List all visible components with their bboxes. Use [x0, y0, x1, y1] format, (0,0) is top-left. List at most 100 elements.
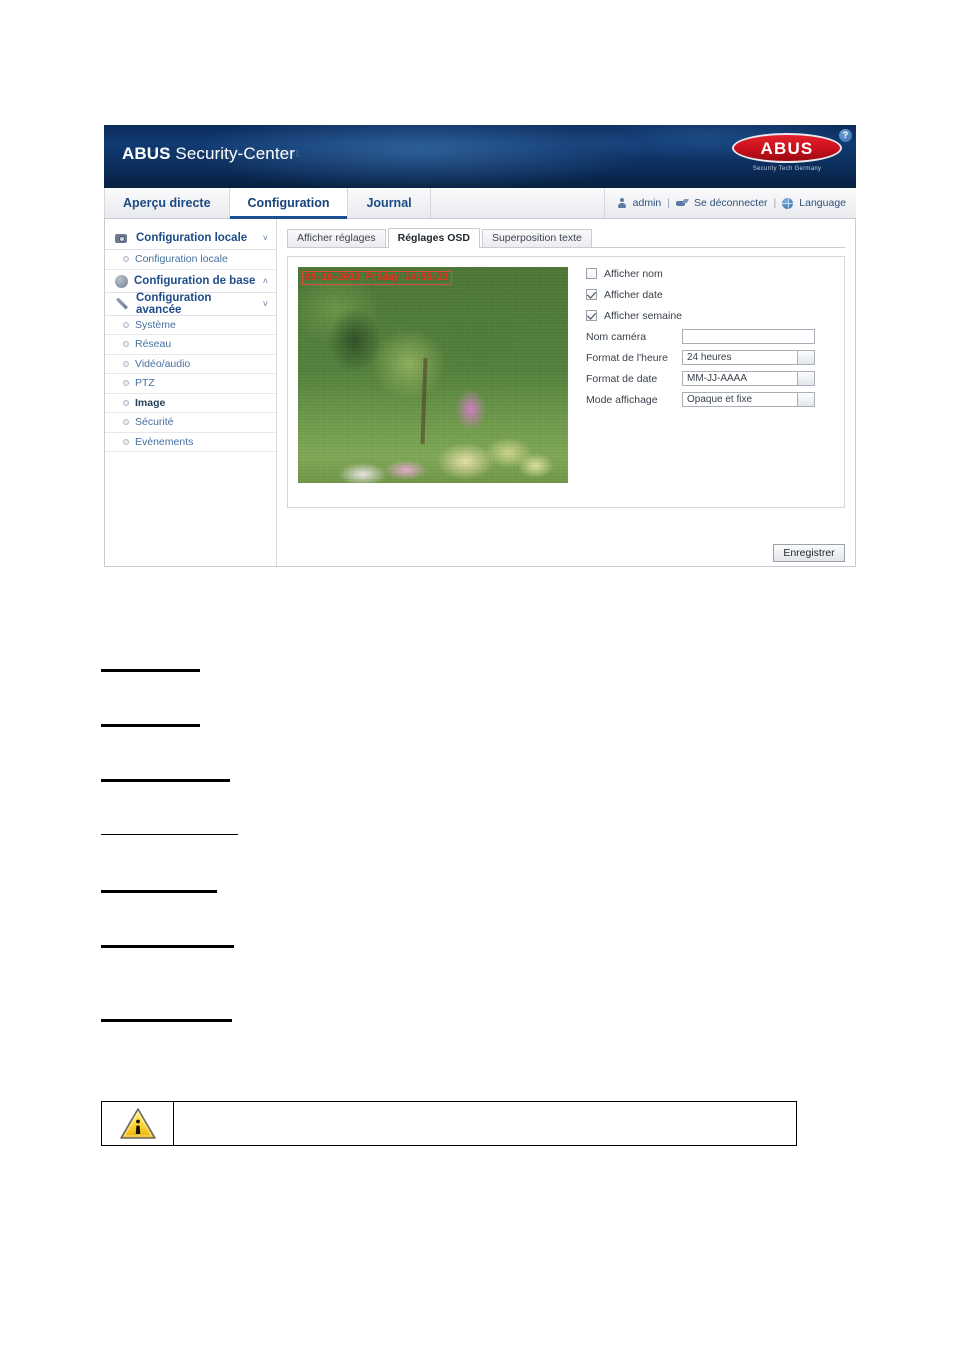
heading-rule — [101, 779, 230, 782]
sidebar-item-label: Sécurité — [135, 416, 174, 429]
field-row-format-heure: Format de l'heure 24 heures — [586, 347, 826, 368]
field-label: Nom caméra — [586, 330, 647, 343]
sidebar-group-configuration-avancee[interactable]: Configuration avancée ˅ — [105, 291, 276, 316]
checkbox-afficher-date[interactable] — [586, 289, 597, 300]
sidebar-item-evenements[interactable]: Evènements — [105, 433, 276, 452]
sidebar-item-video-audio[interactable]: Vidéo/audio — [105, 355, 276, 374]
banner-brand-light: Security-Center — [170, 144, 295, 163]
checkbox-label: Afficher nom — [604, 267, 663, 280]
sidebar-item-systeme[interactable]: Système — [105, 316, 276, 335]
content-area: Afficher réglages Réglages OSD Superposi… — [277, 219, 855, 566]
current-user-label: admin — [632, 197, 662, 209]
sidebar-item-ptz[interactable]: PTZ — [105, 374, 276, 394]
field-label: Format de l'heure — [586, 351, 668, 364]
save-button[interactable]: Enregistrer — [773, 544, 845, 562]
main-navigation: Aperçu directe Configuration Journal adm… — [104, 188, 856, 219]
note-box — [101, 1101, 797, 1146]
sidebar-item-securite[interactable]: Sécurité — [105, 413, 276, 433]
chevron-up-icon[interactable]: ˄ — [263, 276, 268, 286]
chevron-down-icon[interactable] — [797, 372, 814, 385]
sidebar-group-configuration-de-base[interactable]: Configuration de base ˄ — [105, 270, 276, 293]
tab-apercu-directe[interactable]: Aperçu directe — [104, 188, 230, 218]
language-link[interactable]: Language — [799, 197, 846, 209]
help-icon[interactable]: ? — [839, 129, 852, 142]
format-heure-select[interactable]: 24 heures — [682, 350, 815, 365]
note-text — [174, 1102, 796, 1145]
sidebar-group-label: Configuration locale — [136, 232, 248, 244]
tab-afficher-reglages[interactable]: Afficher réglages — [287, 229, 386, 247]
checkbox-row-afficher-semaine[interactable]: Afficher semaine — [586, 305, 826, 326]
logout-icon[interactable] — [675, 199, 688, 208]
nav-account-area: admin | Se déconnecter | Language — [604, 188, 856, 218]
sidebar-item-reseau[interactable]: Réseau — [105, 335, 276, 355]
sidebar-item-label: Image — [135, 396, 166, 409]
format-date-select[interactable]: MM-JJ-AAAA — [682, 371, 815, 386]
sidebar-group-label: Configuration avancée — [136, 291, 212, 316]
field-row-mode-affichage: Mode affichage Opaque et fixe — [586, 389, 826, 410]
checkbox-label: Afficher semaine — [604, 309, 683, 322]
select-value: 24 heures — [687, 352, 732, 363]
sidebar-item-label: Système — [135, 318, 176, 331]
tab-journal[interactable]: Journal — [348, 188, 431, 218]
field-label: Mode affichage — [586, 393, 658, 406]
application-screenshot: ABUS Security-Center ABUS Security-Cente… — [104, 125, 856, 567]
heading-rule — [101, 890, 217, 893]
sidebar-item-label: Evènements — [135, 435, 194, 448]
chevron-down-icon[interactable]: ˅ — [263, 233, 268, 243]
heading-rule — [101, 1019, 232, 1022]
sidebar-group-label: Configuration de base — [134, 274, 256, 287]
nom-camera-input[interactable] — [682, 329, 815, 344]
mode-affichage-select[interactable]: Opaque et fixe — [682, 392, 815, 407]
tab-superposition-texte[interactable]: Superposition texte — [481, 229, 592, 247]
heading-rule — [101, 834, 238, 835]
app-body: Configuration locale ˅ Configuration loc… — [104, 219, 856, 567]
nav-separator-1: | — [667, 197, 670, 209]
wrench-icon — [115, 297, 130, 311]
checkbox-afficher-nom[interactable] — [586, 268, 597, 279]
sidebar-item-label: Réseau — [135, 338, 172, 351]
checkbox-row-afficher-nom[interactable]: Afficher nom — [586, 263, 826, 284]
chevron-down-icon[interactable]: ˅ — [263, 299, 268, 309]
checkbox-afficher-semaine[interactable] — [586, 310, 597, 321]
sidebar-item-image[interactable]: Image — [105, 394, 276, 413]
abus-logo-oval: ABUS — [732, 133, 842, 163]
video-preview-noise — [298, 267, 568, 483]
app-header-banner: ABUS Security-Center ABUS Security-Cente… — [104, 125, 856, 188]
tab-configuration[interactable]: Configuration — [229, 188, 349, 219]
sidebar: Configuration locale ˅ Configuration loc… — [105, 219, 277, 566]
osd-settings-panel: 05-10-2013 Friday 14:53:23 Afficher nom … — [287, 256, 845, 508]
globe-icon[interactable] — [782, 197, 794, 209]
field-row-nom-camera: Nom caméra — [586, 326, 826, 347]
chevron-down-icon[interactable] — [797, 351, 814, 364]
tab-reglages-osd[interactable]: Réglages OSD — [387, 228, 480, 248]
checkbox-row-afficher-date[interactable]: Afficher date — [586, 284, 826, 305]
sidebar-item-configuration-locale[interactable]: Configuration locale — [105, 250, 276, 270]
osd-form: Afficher nom Afficher date Afficher sema… — [586, 263, 826, 410]
logout-link[interactable]: Se déconnecter — [694, 197, 768, 209]
select-value: MM-JJ-AAAA — [687, 373, 747, 384]
globe-icon — [115, 274, 128, 288]
camera-icon — [115, 231, 130, 245]
sidebar-item-label: Configuration locale — [135, 253, 228, 266]
abus-logo-tagline: Security Tech Germany — [752, 166, 822, 172]
sidebar-item-label: PTZ — [135, 377, 155, 390]
checkbox-label: Afficher date — [604, 288, 663, 301]
content-tabstrip: Afficher réglages Réglages OSD Superposi… — [287, 227, 845, 248]
user-icon — [617, 197, 627, 209]
field-label: Format de date — [586, 372, 658, 385]
warning-triangle-icon — [119, 1107, 157, 1141]
nav-separator-2: | — [773, 197, 777, 209]
heading-rule — [101, 669, 200, 672]
heading-rule — [101, 945, 234, 948]
sidebar-item-label: Vidéo/audio — [135, 357, 191, 370]
note-icon-cell — [102, 1102, 174, 1145]
abus-logo: ABUS Security Tech Germany — [732, 133, 842, 172]
select-value: Opaque et fixe — [687, 394, 753, 405]
heading-rule — [101, 724, 200, 727]
abus-logo-text: ABUS — [760, 138, 814, 158]
chevron-down-icon[interactable] — [797, 393, 814, 406]
video-preview[interactable]: 05-10-2013 Friday 14:53:23 — [298, 267, 568, 483]
save-button-wrap: Enregistrer — [773, 544, 845, 562]
sidebar-group-configuration-locale[interactable]: Configuration locale ˅ — [105, 227, 276, 250]
osd-datetime-overlay[interactable]: 05-10-2013 Friday 14:53:23 — [302, 271, 452, 285]
